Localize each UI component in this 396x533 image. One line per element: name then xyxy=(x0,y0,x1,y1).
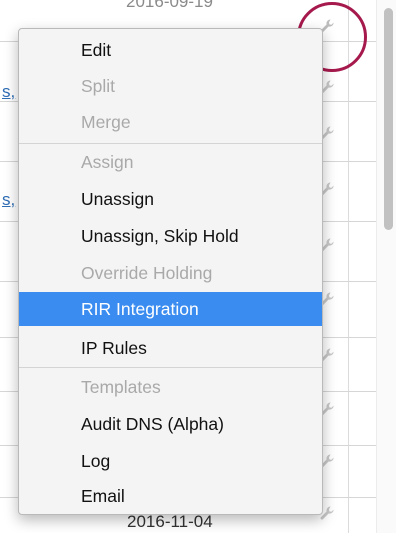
menu-item-edit[interactable]: Edit xyxy=(19,33,322,67)
menu-item-assign[interactable]: Assign xyxy=(19,145,322,179)
menu-item-audit-dns[interactable]: Audit DNS (Alpha) xyxy=(19,407,322,441)
menu-item-split[interactable]: Split xyxy=(19,69,322,103)
menu-item-unassign-skip-hold[interactable]: Unassign, Skip Hold xyxy=(19,219,322,253)
row-link[interactable]: s, xyxy=(2,82,15,102)
row-date: 2016-09-19 xyxy=(126,0,213,11)
scrollbar-thumb[interactable] xyxy=(384,8,393,230)
menu-separator xyxy=(19,367,322,368)
row-date: 2016-11-04 xyxy=(127,512,213,531)
menu-item-rir-integration[interactable]: RIR Integration xyxy=(19,292,322,326)
screen: 2016-09-19 s, s, 2016-11-04 Edit Split M… xyxy=(0,0,396,533)
menu-item-ip-rules[interactable]: IP Rules xyxy=(19,331,322,365)
menu-item-override-holding[interactable]: Override Holding xyxy=(19,256,322,290)
menu-separator xyxy=(19,143,322,144)
row-link[interactable]: s, xyxy=(2,190,15,210)
menu-item-unassign[interactable]: Unassign xyxy=(19,182,322,216)
context-menu: Edit Split Merge Assign Unassign Unassig… xyxy=(18,28,323,515)
menu-item-log[interactable]: Log xyxy=(19,444,322,478)
menu-item-merge[interactable]: Merge xyxy=(19,105,322,139)
menu-item-email[interactable]: Email xyxy=(19,479,322,513)
menu-item-templates[interactable]: Templates xyxy=(19,370,322,404)
